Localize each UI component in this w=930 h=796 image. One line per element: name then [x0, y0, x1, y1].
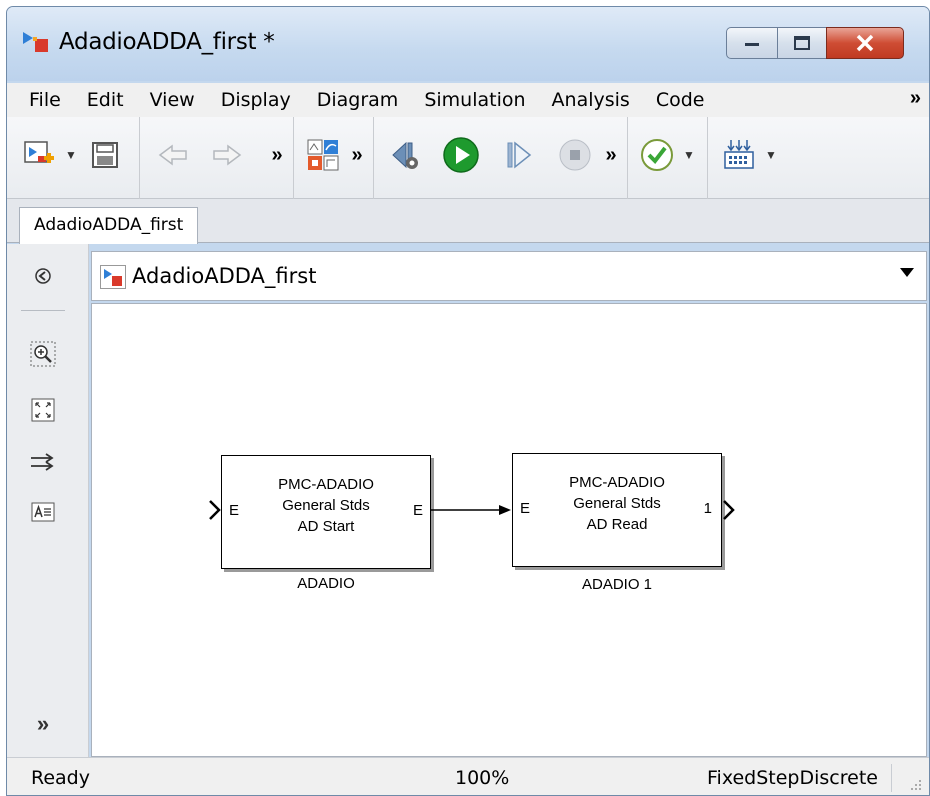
zoom-button[interactable] [25, 336, 61, 372]
block-name[interactable]: ADADIO [226, 575, 426, 592]
minimize-icon [745, 43, 759, 46]
save-icon [92, 142, 118, 168]
toolbar-overflow-3[interactable]: » [601, 135, 621, 175]
menu-file[interactable]: File [7, 89, 74, 111]
adadio-ad-read-block[interactable]: PMC-ADADIO General Stds AD Read E 1 [512, 453, 722, 567]
status-solver[interactable]: FixedStepDiscrete [707, 767, 878, 789]
status-divider [891, 764, 892, 792]
toolbar-overflow-2[interactable]: » [347, 135, 367, 175]
step-back-button[interactable] [385, 135, 425, 175]
menu-bar: File Edit View Display Diagram Simulatio… [7, 83, 929, 117]
address-dropdown-arrow[interactable] [900, 268, 914, 277]
minimize-button[interactable] [726, 27, 778, 59]
annotation-icon [31, 502, 55, 522]
window-title: AdadioADDA_first * [59, 29, 275, 55]
forward-arrow-icon [213, 144, 242, 166]
toolbar-separator [139, 117, 140, 199]
toolbar-separator [373, 117, 374, 199]
output-port-label: E [412, 502, 423, 519]
model-canvas[interactable]: PMC-ADADIO General Stds AD Start E E ADA… [91, 303, 927, 757]
close-icon [856, 34, 874, 52]
block-label-line: General Stds [282, 497, 370, 514]
fit-to-view-icon [31, 398, 55, 422]
maximize-icon [794, 36, 810, 50]
signal-line[interactable] [431, 502, 513, 518]
stop-button[interactable] [555, 135, 595, 175]
tab-strip: AdadioADDA_first [7, 199, 929, 244]
simulink-window: AdadioADDA_first * File Edit View Displa… [6, 6, 930, 796]
block-label-line: PMC-ADADIO [278, 476, 374, 493]
fit-to-view-button[interactable] [25, 392, 61, 428]
step-forward-icon [507, 141, 532, 169]
save-button[interactable] [85, 135, 125, 175]
maximize-button[interactable] [777, 27, 827, 59]
step-back-icon [392, 141, 418, 169]
menu-edit[interactable]: Edit [74, 89, 137, 111]
toolbar-separator [293, 117, 294, 199]
run-icon [443, 137, 479, 173]
signal-arrow-button[interactable] [25, 444, 61, 480]
palette-divider [21, 310, 65, 311]
status-state: Ready [31, 767, 90, 789]
build-hardware-icon [724, 140, 754, 169]
block-label: PMC-ADADIO General Stds AD Read [513, 472, 721, 535]
new-model-button[interactable] [19, 135, 59, 175]
left-palette: » [7, 244, 89, 757]
simulink-model-icon [23, 32, 48, 52]
menu-display[interactable]: Display [208, 89, 304, 111]
model-advisor-dropdown[interactable]: ▼ [681, 135, 697, 175]
adadio-ad-start-block[interactable]: PMC-ADADIO General Stds AD Start E E [221, 455, 431, 569]
forward-button[interactable] [207, 135, 247, 175]
new-model-dropdown[interactable]: ▼ [63, 135, 79, 175]
stop-icon [559, 139, 591, 171]
input-port-chevron [209, 500, 221, 520]
new-model-icon [24, 141, 54, 163]
build-dropdown[interactable]: ▼ [763, 135, 779, 175]
check-icon [641, 139, 673, 171]
annotation-button[interactable] [25, 494, 61, 530]
toolbar-separator [627, 117, 628, 199]
input-port-label: E [229, 502, 240, 519]
hide-explorer-button[interactable] [25, 258, 61, 294]
menu-view[interactable]: View [137, 89, 208, 111]
address-path: AdadioADDA_first [132, 264, 317, 288]
block-label-line: General Stds [573, 495, 661, 512]
menu-overflow-button[interactable]: » [910, 87, 921, 110]
hide-explorer-icon [35, 268, 51, 284]
arrows-icon [31, 453, 54, 471]
status-zoom: 100% [455, 767, 510, 789]
menu-code[interactable]: Code [643, 89, 718, 111]
back-button[interactable] [153, 135, 193, 175]
toolbar-separator [707, 117, 708, 199]
menu-analysis[interactable]: Analysis [539, 89, 643, 111]
output-port-label: 1 [703, 500, 712, 517]
toolbar-overflow-1[interactable]: » [267, 135, 287, 175]
block-label-line: AD Start [297, 518, 355, 535]
toolbar: ▼ » » » ▼ ▼ [7, 117, 929, 199]
model-address-bar[interactable]: AdadioADDA_first [91, 251, 927, 301]
run-button[interactable] [439, 135, 483, 175]
model-advisor-button[interactable] [637, 135, 677, 175]
menu-simulation[interactable]: Simulation [411, 89, 538, 111]
block-label-line: PMC-ADADIO [569, 474, 665, 491]
library-browser-icon [307, 139, 339, 171]
close-button[interactable] [826, 27, 904, 59]
build-button[interactable] [719, 135, 759, 175]
block-label-line: AD Read [586, 516, 648, 533]
block-label: PMC-ADADIO General Stds AD Start [222, 474, 430, 537]
back-arrow-icon [158, 144, 187, 166]
resize-grip-icon[interactable] [909, 778, 923, 792]
library-browser-button[interactable] [303, 135, 343, 175]
simulink-model-icon [100, 265, 126, 289]
input-port-label: E [520, 500, 531, 517]
step-forward-button[interactable] [499, 135, 539, 175]
palette-overflow-button[interactable]: » [25, 706, 61, 742]
menu-diagram[interactable]: Diagram [304, 89, 412, 111]
tab-adadioadda-first[interactable]: AdadioADDA_first [19, 207, 199, 244]
zoom-in-icon [30, 341, 56, 367]
title-bar: AdadioADDA_first * [7, 7, 929, 81]
status-bar: Ready 100% FixedStepDiscrete [7, 757, 929, 795]
block-name[interactable]: ADADIO 1 [517, 576, 717, 593]
output-port-chevron [723, 500, 735, 520]
